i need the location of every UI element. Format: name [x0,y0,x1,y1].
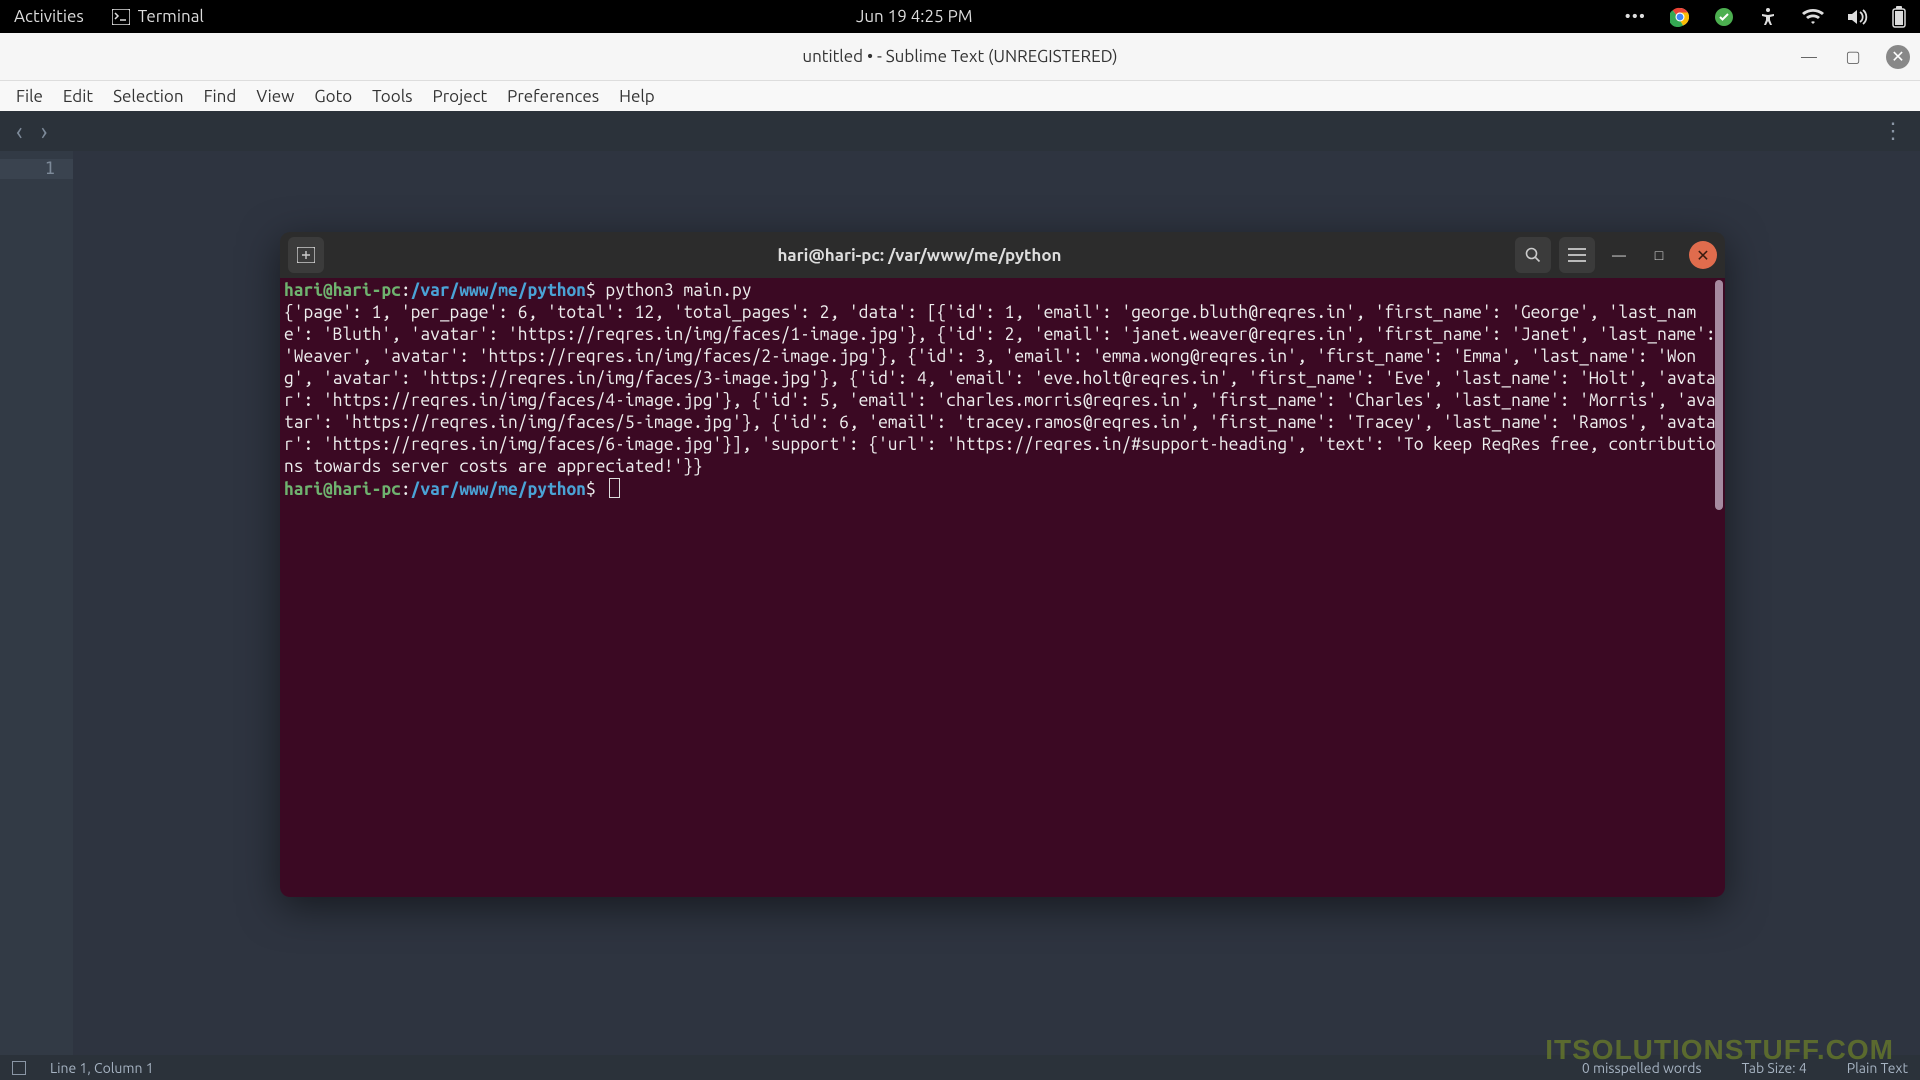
tab-size[interactable]: Tab Size: 4 [1742,1060,1807,1076]
terminal-close-button[interactable]: ✕ [1689,241,1717,269]
nav-forward-icon[interactable]: › [41,118,48,145]
volume-icon[interactable] [1848,8,1868,26]
command-text: python3 main.py [605,281,751,300]
status-ok-icon[interactable] [1714,7,1734,27]
menu-preferences[interactable]: Preferences [497,87,609,106]
maximize-button[interactable]: ▢ [1842,46,1864,68]
sublime-menubar: File Edit Selection Find View Goto Tools… [0,80,1920,111]
app-indicator[interactable]: Terminal [112,7,204,26]
menu-find[interactable]: Find [194,87,247,106]
battery-icon[interactable] [1892,6,1906,28]
menu-file[interactable]: File [6,87,53,106]
cursor [609,478,620,498]
menu-help[interactable]: Help [609,87,665,106]
terminal-window: hari@hari-pc: /var/www/me/python — □ ✕ h… [280,232,1725,897]
menu-edit[interactable]: Edit [53,87,103,106]
gnome-top-bar: Activities Terminal Jun 19 4:25 PM ••• [0,0,1920,33]
command-output: {'page': 1, 'per_page': 6, 'total': 12, … [284,303,1725,476]
terminal-maximize-button[interactable]: □ [1643,247,1675,263]
sublime-tabbar: ‹ › ⋮ [0,111,1920,151]
line-number: 1 [0,159,73,179]
activities-button[interactable]: Activities [14,7,84,26]
terminal-minimize-button[interactable]: — [1603,247,1635,263]
prompt-user: hari@hari-pc [284,281,401,300]
close-button[interactable]: ✕ [1886,45,1910,69]
line-gutter: 1 [0,151,73,1055]
spell-status[interactable]: 0 misspelled words [1582,1060,1702,1076]
terminal-title: hari@hari-pc: /var/www/me/python [324,246,1515,265]
menu-goto[interactable]: Goto [304,87,362,106]
tab-overflow-icon[interactable]: ⋮ [1882,118,1904,144]
prompt-user: hari@hari-pc [284,480,401,499]
sublime-statusbar: Line 1, Column 1 0 misspelled words Tab … [0,1055,1920,1080]
sublime-title-text: untitled • - Sublime Text (UNREGISTERED) [802,47,1117,66]
syntax-mode[interactable]: Plain Text [1847,1060,1908,1076]
sublime-titlebar[interactable]: untitled • - Sublime Text (UNREGISTERED)… [0,33,1920,80]
menu-selection[interactable]: Selection [103,87,194,106]
menu-project[interactable]: Project [423,87,498,106]
menu-tools[interactable]: Tools [362,87,422,106]
search-button[interactable] [1515,237,1551,273]
accessibility-icon[interactable] [1758,7,1778,27]
new-tab-button[interactable] [288,237,324,273]
nav-back-icon[interactable]: ‹ [16,118,23,145]
chrome-icon[interactable] [1670,7,1690,27]
terminal-body[interactable]: hari@hari-pc:/var/www/me/python$ python3… [280,278,1725,897]
panel-toggle-icon[interactable] [12,1061,26,1075]
prompt-path: /var/www/me/python [411,281,586,300]
terminal-titlebar[interactable]: hari@hari-pc: /var/www/me/python — □ ✕ [280,232,1725,278]
prompt-path: /var/www/me/python [411,480,586,499]
wifi-icon[interactable] [1802,8,1824,26]
terminal-scrollbar[interactable] [1715,280,1723,510]
cursor-position[interactable]: Line 1, Column 1 [50,1060,154,1076]
app-name: Terminal [138,7,204,26]
overflow-icon[interactable]: ••• [1625,7,1646,26]
terminal-icon [112,9,130,25]
menu-view[interactable]: View [246,87,304,106]
minimize-button[interactable]: — [1798,46,1820,68]
hamburger-button[interactable] [1559,237,1595,273]
clock[interactable]: Jun 19 4:25 PM [204,7,1625,26]
